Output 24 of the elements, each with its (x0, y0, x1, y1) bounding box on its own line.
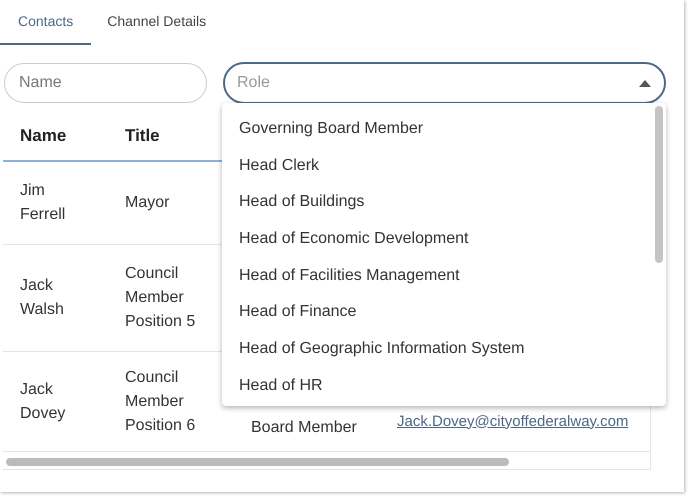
title-cell-text: Mayor (125, 193, 170, 213)
name-cell-text: Jim Ferrell (20, 181, 66, 225)
tab[interactable]: Channel Details (91, 0, 222, 45)
caret-icon (639, 80, 651, 87)
tab[interactable]: Contacts (0, 0, 92, 45)
dropdown-scrollbar[interactable] (655, 106, 663, 263)
title-cell-text: Council Member Position 5 (125, 264, 196, 332)
column-header: Title (124, 125, 161, 148)
name-field[interactable]: Name (4, 63, 207, 103)
dropdown-option[interactable]: Head of Facilities Management (222, 264, 666, 300)
dropdown-option[interactable]: Governing Board Member (222, 117, 666, 154)
dropdown-option[interactable]: Head of Buildings (222, 190, 666, 228)
column-header: Name (19, 125, 68, 148)
dropdown-option[interactable]: Head of HR (222, 374, 666, 406)
dropdown-option[interactable]: Head of Economic Development (222, 227, 666, 264)
dropdown-option[interactable]: Head of Finance (222, 300, 666, 338)
dropdown-option[interactable]: Head of Geographic Information System (222, 337, 666, 374)
name-cell-text: Jack Walsh (20, 276, 65, 320)
email-link[interactable]: Jack.Dovey@cityoffederalway.com (397, 410, 651, 434)
name-cell-text: Jack Dovey (20, 380, 66, 424)
horizontal-scrollbar[interactable] (6, 458, 509, 466)
table-cell-text: Board Member (251, 418, 358, 438)
dropdown-option[interactable]: Head Clerk (222, 154, 666, 190)
title-cell-text: Council Member Position 6 (125, 368, 196, 436)
